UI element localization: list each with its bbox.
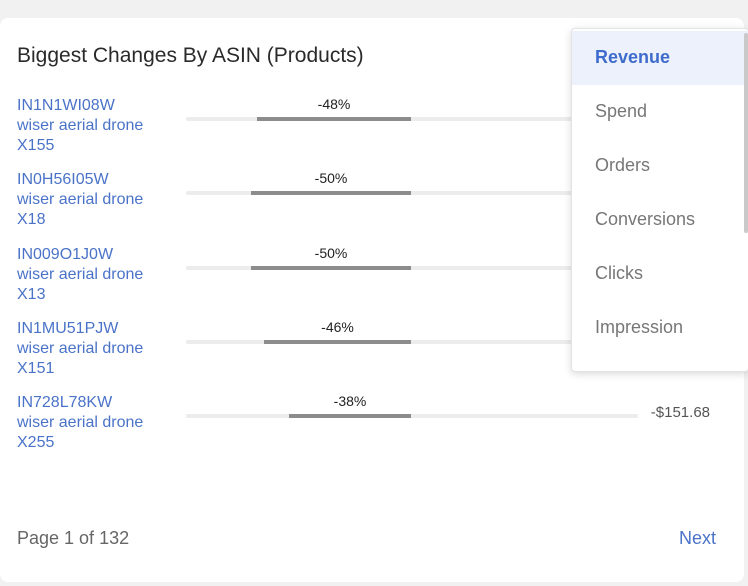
dropdown-option-clicks[interactable]: Clicks — [572, 247, 748, 301]
dropdown-option-label: Orders — [595, 155, 651, 175]
asin-name: wiser aerial drone — [17, 117, 144, 134]
asin-name: wiser aerial drone — [17, 266, 144, 283]
change-bar — [257, 117, 411, 121]
dropdown-option-revenue[interactable]: Revenue — [572, 31, 748, 85]
asin-name: wiser aerial drone — [17, 414, 144, 431]
asin-model: X18 — [17, 211, 46, 228]
dropdown-option-impression[interactable]: Impression — [572, 301, 748, 355]
dropdown-option-label: Conversions — [595, 209, 696, 229]
asin-link[interactable]: IN009O1J0W wiser aerial drone X13 — [17, 245, 177, 305]
asin-model: X13 — [17, 286, 46, 303]
change-bar — [251, 191, 411, 195]
asin-asin: IN728L78KW — [17, 394, 113, 411]
asin-asin: IN009O1J0W — [17, 246, 114, 263]
change-percent: -50% — [314, 170, 348, 186]
change-bar — [251, 266, 411, 270]
metric-dropdown-menu: Revenue Spend Orders Conversions Clicks Impre… — [571, 28, 748, 372]
next-page-button[interactable]: Next — [679, 528, 716, 549]
asin-model: X255 — [17, 434, 55, 451]
asin-link[interactable]: IN1MU51PJW wiser aerial drone X151 — [17, 319, 177, 379]
dropdown-option-label: Revenue — [595, 47, 671, 67]
card-title: Biggest Changes By ASIN (Products) — [17, 44, 364, 67]
asin-name: wiser aerial drone — [17, 340, 144, 357]
dropdown-option-label: Clicks — [595, 263, 643, 283]
dropdown-option-label: Spend — [595, 101, 648, 121]
dropdown-option-label: Impression — [595, 317, 684, 337]
asin-model: X151 — [17, 360, 55, 377]
change-track — [186, 414, 638, 418]
dropdown-option-orders[interactable]: Orders — [572, 139, 748, 193]
change-percent: -46% — [321, 319, 354, 335]
change-percent: -38% — [333, 393, 367, 409]
asin-name: wiser aerial drone — [17, 191, 144, 208]
change-percent: -50% — [314, 245, 348, 261]
asin-asin: IN1MU51PJW — [17, 320, 119, 337]
change-bar — [264, 340, 411, 344]
asin-asin: IN1N1WI08W — [17, 97, 115, 114]
change-value: -$151.68 — [650, 404, 710, 421]
change-percent: -48% — [317, 96, 351, 112]
change-bar — [289, 414, 411, 418]
asin-link[interactable]: IN1N1WI08W wiser aerial drone X155 — [17, 96, 177, 156]
asin-row: IN728L78KW wiser aerial drone X255 -38% -$15… — [0, 393, 740, 455]
asin-link[interactable]: IN0H56I05W wiser aerial drone X18 — [17, 170, 177, 230]
asin-asin: IN0H56I05W — [17, 171, 109, 188]
dropdown-scrollbar[interactable] — [744, 33, 748, 233]
pagination-label: Page 1 of 132 — [17, 528, 130, 548]
dropdown-option-conversions[interactable]: Conversions — [572, 193, 748, 247]
asin-model: X155 — [17, 137, 55, 154]
dropdown-option-spend[interactable]: Spend — [572, 85, 748, 139]
asin-link[interactable]: IN728L78KW wiser aerial drone X255 — [17, 393, 177, 453]
